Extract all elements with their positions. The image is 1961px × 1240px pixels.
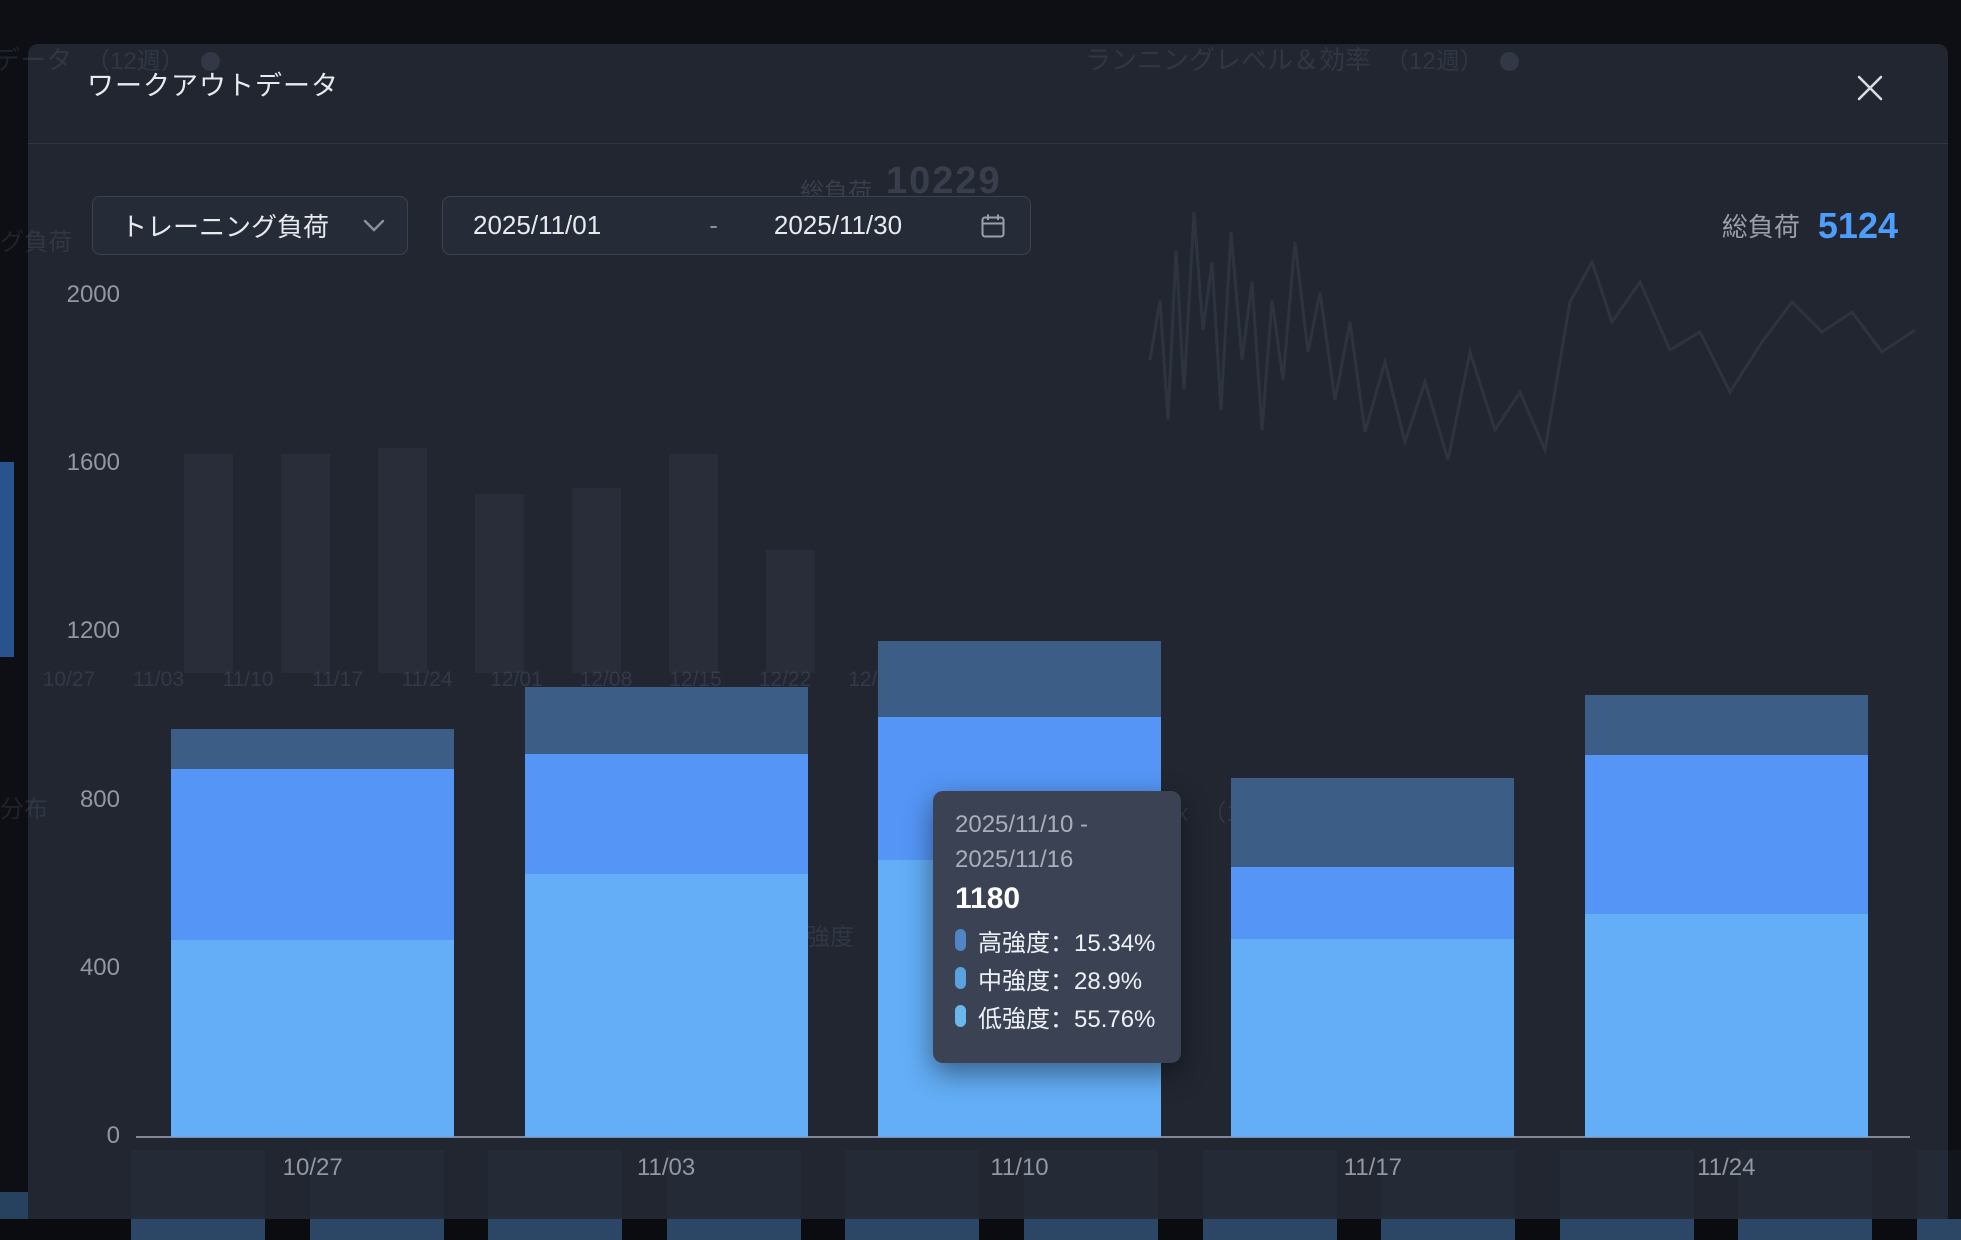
bar-segment-低強度[interactable] <box>525 874 808 1137</box>
workout-data-page: データ（12週） ランニングレベル＆効率（12週） グ負荷⌄ 総負荷 10229… <box>0 0 1961 1240</box>
bar-segment-中強度[interactable] <box>525 754 808 875</box>
close-icon <box>1855 73 1885 103</box>
y-axis-tick: 1600 <box>40 449 120 477</box>
x-axis-tick: 11/10 <box>960 1154 1080 1182</box>
tooltip-series-marker <box>955 929 966 951</box>
calendar-icon[interactable] <box>980 213 1006 239</box>
total-load: 総負荷 5124 <box>1628 196 1898 255</box>
y-axis-tick: 2000 <box>40 281 120 309</box>
tooltip-series-marker <box>955 967 966 989</box>
bar-segment-高強度[interactable] <box>171 729 454 769</box>
date-start[interactable]: 2025/11/01 <box>473 210 601 241</box>
tooltip-row-label: 中強度：28.9% <box>978 961 1142 996</box>
x-axis-tick: 11/03 <box>606 1154 726 1182</box>
close-button[interactable] <box>1850 68 1890 108</box>
header-divider <box>28 143 1948 144</box>
bar-segment-高強度[interactable] <box>878 641 1161 717</box>
bar-segment-中強度[interactable] <box>1231 867 1514 939</box>
date-range-picker[interactable]: 2025/11/01 - 2025/11/30 <box>442 196 1031 255</box>
bar-segment-低強度[interactable] <box>1231 939 1514 1137</box>
date-end[interactable]: 2025/11/30 <box>774 210 902 241</box>
tooltip-row: 低強度：55.76% <box>955 997 1181 1035</box>
bar-segment-中強度[interactable] <box>171 769 454 940</box>
y-axis-tick: 1200 <box>40 617 120 645</box>
tooltip-date-line1: 2025/11/10 - <box>955 807 1181 842</box>
metric-select[interactable]: トレーニング負荷 <box>92 196 408 255</box>
total-load-label: 総負荷 <box>1722 207 1800 244</box>
bar-segment-低強度[interactable] <box>1585 914 1868 1137</box>
tooltip-row: 高強度：15.34% <box>955 921 1181 959</box>
tooltip-date-line2: 2025/11/16 <box>955 842 1181 877</box>
tooltip-row: 中強度：28.9% <box>955 959 1181 997</box>
modal-title: ワークアウトデータ <box>87 64 339 103</box>
tooltip-value: 1180 <box>955 877 1181 921</box>
bar-segment-高強度[interactable] <box>1231 778 1514 867</box>
y-axis-tick: 400 <box>40 954 120 982</box>
chart-tooltip: 2025/11/10 - 2025/11/16 1180 高強度：15.34%中… <box>933 791 1181 1063</box>
date-separator: - <box>709 210 718 241</box>
tooltip-row-label: 高強度：15.34% <box>978 923 1155 958</box>
x-axis-tick: 11/24 <box>1666 1154 1786 1182</box>
metric-select-value: トレーニング負荷 <box>121 207 329 244</box>
bar-segment-高強度[interactable] <box>525 687 808 753</box>
bar-segment-中強度[interactable] <box>1585 755 1868 914</box>
x-axis-tick: 11/17 <box>1313 1154 1433 1182</box>
bar-segment-低強度[interactable] <box>171 940 454 1137</box>
y-axis-tick: 800 <box>40 786 120 814</box>
x-axis-tick: 10/27 <box>253 1154 373 1182</box>
tooltip-series-marker <box>955 1005 966 1027</box>
tooltip-row-label: 低強度：55.76% <box>978 999 1155 1034</box>
total-load-value: 5124 <box>1818 205 1898 247</box>
bar-segment-高強度[interactable] <box>1585 695 1868 754</box>
chevron-down-icon <box>363 219 385 233</box>
workout-modal: ワークアウトデータ トレーニング負荷 2025/11/01 - 2025/11/… <box>28 44 1948 1219</box>
y-axis-tick: 0 <box>40 1122 120 1150</box>
